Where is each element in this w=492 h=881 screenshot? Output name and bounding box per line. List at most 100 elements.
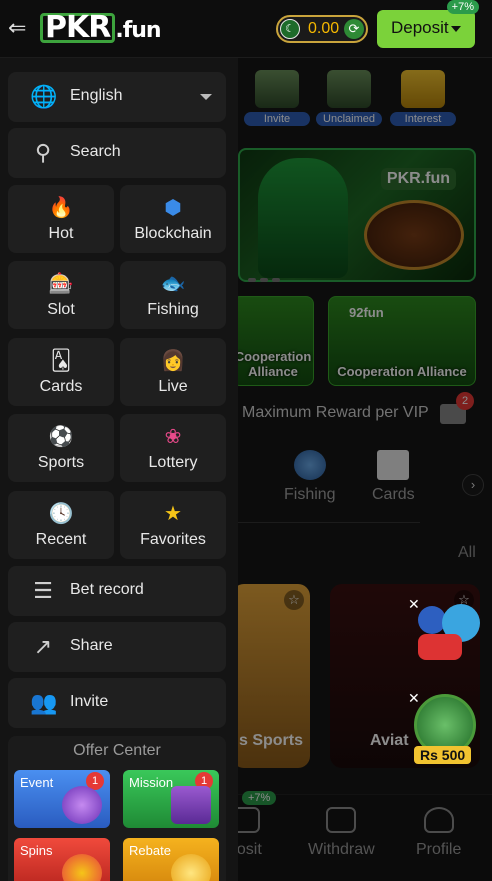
promo-banner[interactable]: PKR.fun — [238, 148, 476, 282]
coop-label: Cooperation Alliance — [337, 364, 467, 379]
bottom-navigation: +7% posit Withdraw Profile — [238, 791, 492, 881]
offer-label: Rebate — [129, 843, 171, 858]
quick-link-interest[interactable]: Interest — [390, 70, 456, 132]
event-wheel-icon — [62, 786, 102, 824]
chevron-down-icon — [451, 26, 461, 32]
category-blockchain[interactable]: ⬢ Blockchain — [120, 185, 226, 253]
search-icon: ⚲ — [34, 140, 52, 165]
rebate-coins-icon — [171, 854, 211, 881]
nav-bonus-badge: +7% — [242, 791, 277, 805]
vip-reward-text: Maximum Reward per VIP — [242, 404, 429, 421]
link-label: Bet record — [70, 581, 144, 598]
deposit-bonus-badge: +7% — [446, 0, 479, 14]
category-label: Hot — [48, 225, 74, 242]
nav-deposit[interactable]: +7% posit — [238, 791, 277, 859]
category-label: Lottery — [148, 454, 198, 471]
refresh-icon[interactable]: ⟳ — [344, 19, 364, 39]
pakistan-flag-icon: ☾ — [280, 19, 300, 39]
category-label: Favorites — [140, 531, 206, 548]
fish-icon — [293, 450, 326, 480]
quick-link-unclaimed[interactable]: Unclaimed — [316, 70, 382, 132]
piggy-bank-icon — [401, 70, 445, 108]
slot-machine-icon: 🎰 — [48, 273, 74, 295]
share-icon: ↗ — [33, 634, 53, 659]
leprechaun-figure — [258, 158, 348, 278]
star-icon: ★ — [164, 503, 182, 525]
deposit-label: Deposit — [391, 18, 449, 37]
reward-float-widget[interactable]: ✕ Rs 500 — [404, 688, 480, 768]
close-icon[interactable]: ✕ — [408, 690, 420, 707]
logo-suffix-text: .fun — [115, 18, 161, 43]
offer-center: Offer Center Event 1 Mission 1 Spins Reb… — [8, 736, 226, 881]
category-cards[interactable]: 🂡 Cards — [8, 338, 114, 406]
language-label: English — [70, 87, 123, 104]
soccer-ball-icon: ⚽ — [48, 426, 74, 448]
category-label: Slot — [47, 301, 75, 318]
section-divider — [238, 522, 420, 523]
share-link[interactable]: ↗ Share — [8, 622, 226, 672]
chevron-down-icon — [200, 94, 212, 100]
offer-spins[interactable]: Spins — [14, 838, 110, 881]
fish-icon: 🐟 — [160, 273, 186, 295]
mail-count-badge: 2 — [456, 392, 474, 410]
playing-cards-icon — [377, 450, 410, 480]
category-label: Blockchain — [134, 225, 212, 242]
social-float-widget[interactable]: ✕ — [404, 594, 482, 666]
offer-label: Mission — [129, 775, 174, 790]
coop-banner-1[interactable]: Cooperation Alliance — [238, 296, 314, 386]
category-sports[interactable]: ⚽ Sports — [8, 414, 114, 482]
quick-link-label: Unclaimed — [316, 112, 382, 126]
withdraw-icon — [326, 807, 357, 833]
favorite-star-icon[interactable]: ☆ — [284, 590, 304, 610]
offer-label: Event — [20, 775, 54, 790]
arrow-back-icon[interactable]: ⇐ — [8, 17, 34, 39]
category-fishing[interactable]: 🐟 Fishing — [120, 261, 226, 329]
mission-calendar-icon — [171, 786, 211, 824]
nav-label: posit — [238, 841, 262, 858]
category-recent[interactable]: 🕓 Recent — [8, 491, 114, 559]
quick-link-invite[interactable]: Invite — [244, 70, 310, 132]
banner-pagination — [248, 269, 284, 287]
search-button[interactable]: ⚲ Search — [8, 128, 226, 178]
top-header: ⇐ PKR .fun ☾ 0.00 ⟳ Deposit +7% — [0, 0, 492, 58]
category-label: Fishing — [147, 301, 199, 318]
game-card-sports[interactable]: ☆ s Sports — [238, 584, 310, 768]
bet-record-link[interactable]: ☰ Bet record — [8, 566, 226, 616]
lottery-wheel-icon: ❀ — [164, 426, 182, 448]
coop-banner-2[interactable]: 92fun Cooperation Alliance — [328, 296, 476, 386]
category-label: Recent — [35, 531, 87, 548]
site-logo[interactable]: PKR .fun — [40, 10, 162, 45]
category-slot[interactable]: 🎰 Slot — [8, 261, 114, 329]
roulette-wheel — [364, 200, 464, 270]
fire-icon: 🔥 — [48, 197, 74, 219]
wallet-balance[interactable]: ☾ 0.00 ⟳ — [276, 15, 368, 43]
money-stack-icon — [327, 70, 371, 108]
mail-icon[interactable]: 2 — [440, 392, 474, 424]
category-fishing[interactable]: Fishing — [284, 450, 336, 504]
banner-brand: PKR.fun — [380, 168, 456, 190]
category-hot[interactable]: 🔥 Hot — [8, 185, 114, 253]
nav-withdraw[interactable]: Withdraw — [308, 807, 375, 859]
deposit-button[interactable]: Deposit +7% — [377, 0, 479, 48]
category-label: Sports — [37, 454, 85, 471]
offer-mission[interactable]: Mission 1 — [123, 770, 219, 828]
category-favorites[interactable]: ★ Favorites — [120, 491, 226, 559]
view-all-link[interactable]: All — [458, 544, 476, 562]
close-icon[interactable]: ✕ — [408, 596, 420, 613]
side-drawer: 🌐 English ⚲ Search 🔥 Hot ⬢ Blockchain 🎰 … — [0, 58, 238, 881]
category-cards[interactable]: Cards — [372, 450, 415, 504]
offer-rebate[interactable]: Rebate — [123, 838, 219, 881]
game-title: s Sports — [238, 732, 303, 749]
nav-label: Profile — [416, 841, 462, 858]
live-dealer-icon: 👩 — [160, 350, 186, 372]
invite-link[interactable]: 👥 Invite — [8, 678, 226, 728]
nav-profile[interactable]: Profile — [416, 807, 461, 859]
language-selector[interactable]: 🌐 English — [8, 72, 226, 122]
playing-cards-icon: 🂡 — [50, 350, 72, 372]
blockchain-icon: ⬢ — [164, 197, 182, 219]
youtube-icon[interactable] — [418, 634, 462, 660]
offer-event[interactable]: Event 1 — [14, 770, 110, 828]
category-lottery[interactable]: ❀ Lottery — [120, 414, 226, 482]
chevron-right-icon[interactable]: › — [462, 474, 484, 496]
category-live[interactable]: 👩 Live — [120, 338, 226, 406]
